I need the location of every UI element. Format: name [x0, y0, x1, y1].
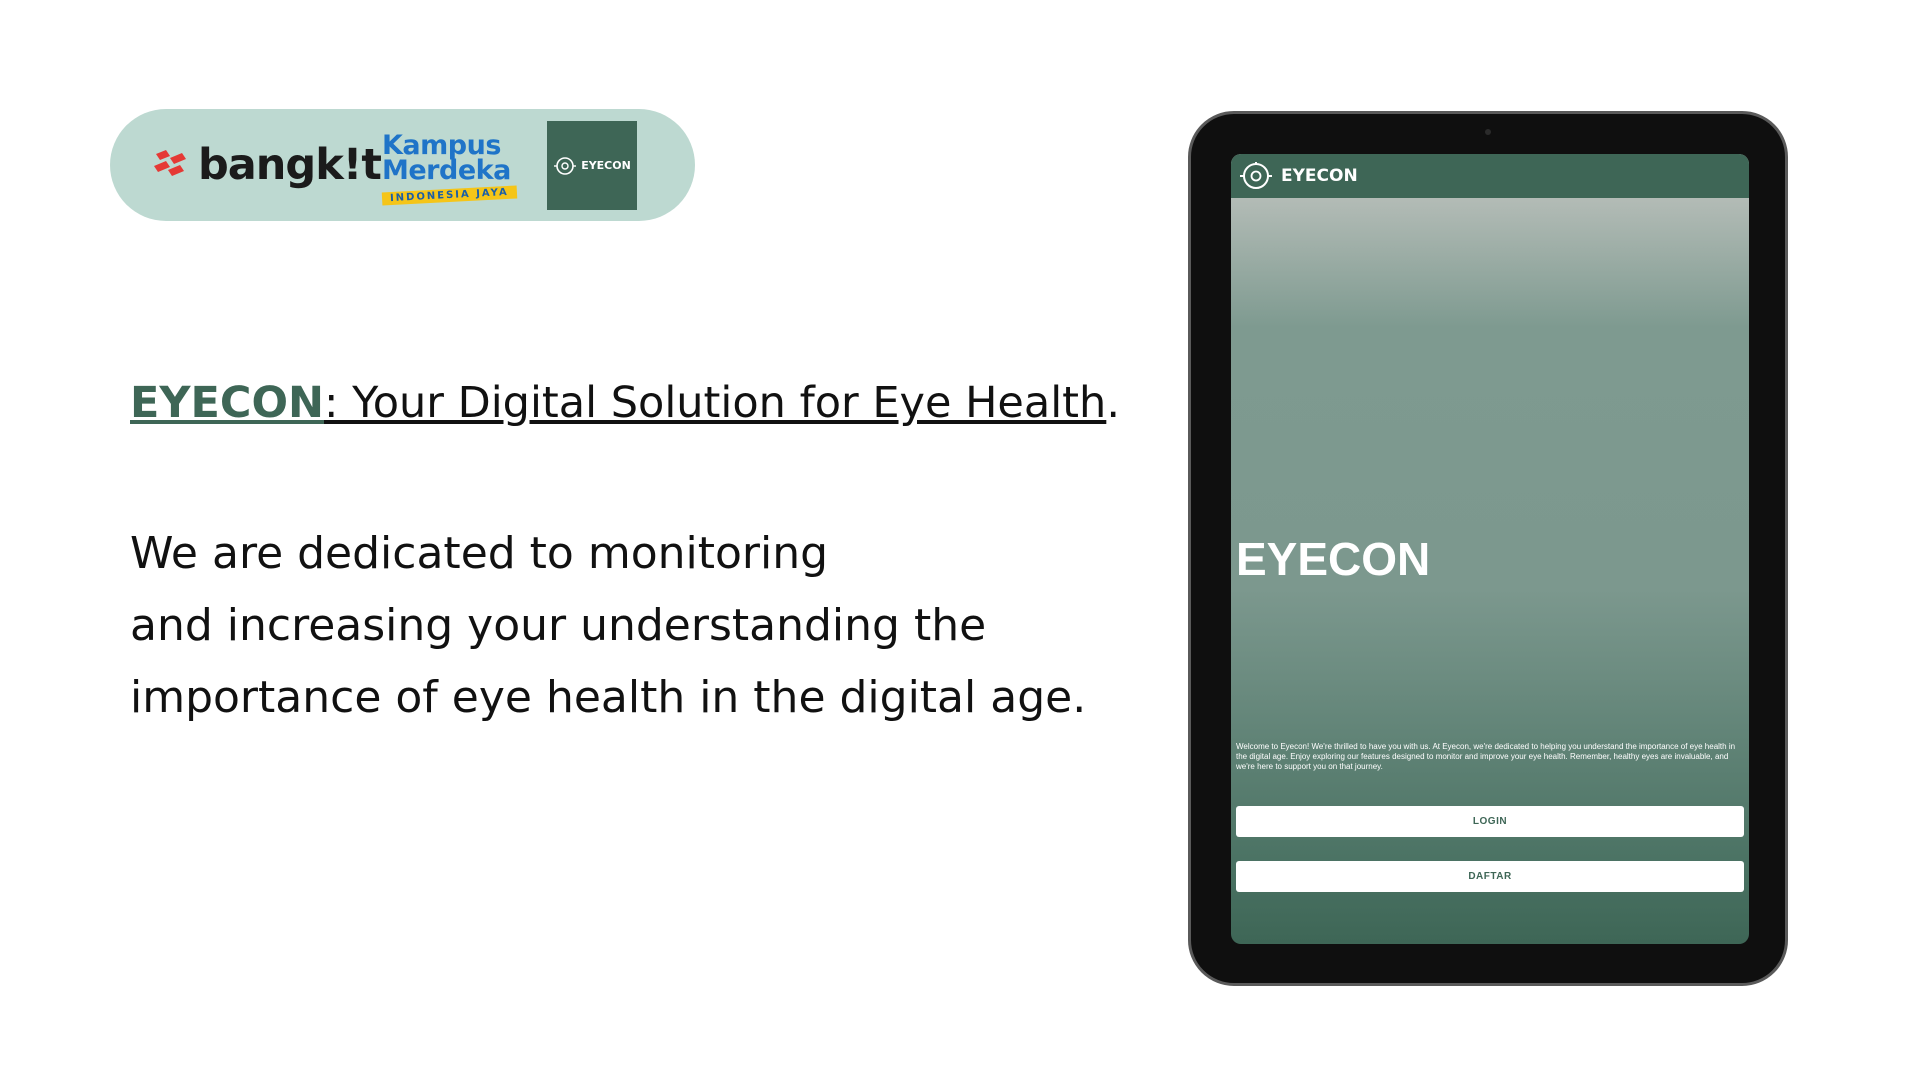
description-line: importance of eye health in the digital …	[130, 672, 1087, 723]
tablet-mockup: EYECON EYECON Welcome to Eyecon! We're t…	[1188, 111, 1788, 986]
headline-period: .	[1106, 378, 1120, 428]
bangkit-logo: bangk!t	[152, 140, 382, 190]
eye-logo-icon	[554, 156, 577, 175]
kampus-merdeka-logo: Kampus Merdeka INDONESIA JAYA	[381, 132, 527, 206]
eye-logo-icon	[1240, 162, 1272, 189]
bangkit-logo-icon	[154, 150, 186, 176]
headline: EYECON: Your Digital Solution for Eye He…	[130, 378, 1120, 428]
app-screen: EYECON EYECON Welcome to Eyecon! We're t…	[1231, 154, 1749, 944]
hero-title: EYECON	[1236, 533, 1431, 585]
bangkit-wordmark: bangk!t	[198, 140, 382, 190]
partner-logos: bangk!t Kampus Merdeka INDONESIA JAYA EY…	[110, 109, 695, 221]
description: We are dedicated to monitoring and incre…	[130, 518, 1130, 734]
kampus-subtitle: INDONESIA JAYA	[381, 185, 518, 206]
app-bar-title: EYECON	[1281, 166, 1358, 186]
kampus-line-2: Merdeka	[382, 155, 511, 186]
eyecon-logo-tile: EYECON	[547, 121, 637, 210]
welcome-text: Welcome to Eyecon! We're thrilled to hav…	[1236, 742, 1736, 771]
app-bar: EYECON	[1231, 154, 1749, 198]
description-line: and increasing your understanding the	[130, 600, 987, 651]
headline-tagline: : Your Digital Solution for Eye Health	[323, 378, 1107, 428]
camera-dot	[1485, 129, 1491, 135]
description-line: We are dedicated to monitoring	[130, 528, 829, 579]
login-button[interactable]: LOGIN	[1236, 806, 1744, 837]
headline-brand: EYECON	[130, 378, 324, 428]
eyecon-tile-label: EYECON	[581, 159, 631, 172]
daftar-button[interactable]: DAFTAR	[1236, 861, 1744, 892]
